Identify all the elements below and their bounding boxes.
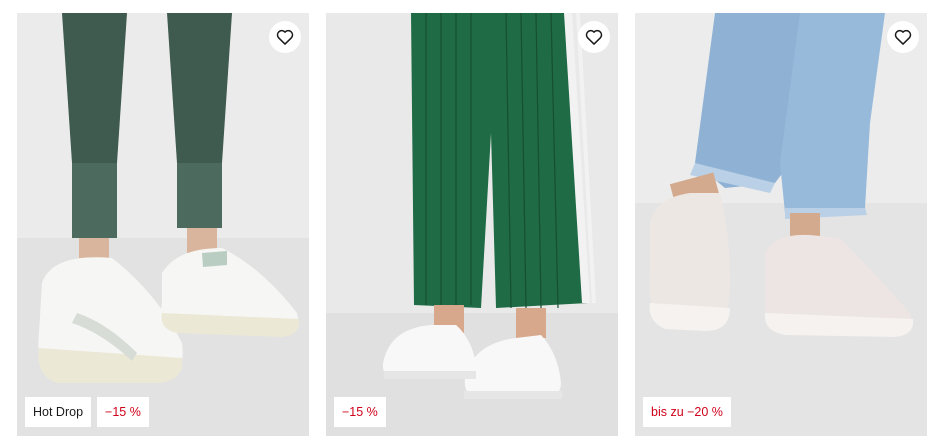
badge-group: −15 % (334, 397, 386, 427)
product-image[interactable] (635, 13, 927, 436)
badge-group: Hot Drop −15 % (25, 397, 149, 427)
heart-outline-icon (276, 29, 294, 45)
product-card-1[interactable]: Hot Drop −15 % (17, 13, 309, 436)
discount-badge: −15 % (334, 397, 386, 427)
product-card-3[interactable]: bis zu −20 % (635, 13, 927, 436)
product-grid: Hot Drop −15 % −15 % bis zu −20 % (0, 0, 945, 446)
badge-group: bis zu −20 % (643, 397, 731, 427)
product-image[interactable] (326, 13, 618, 436)
product-image[interactable] (17, 13, 309, 436)
wishlist-button[interactable] (269, 21, 301, 53)
discount-badge: bis zu −20 % (643, 397, 731, 427)
wishlist-button[interactable] (578, 21, 610, 53)
wishlist-button[interactable] (887, 21, 919, 53)
hot-drop-badge: Hot Drop (25, 397, 92, 427)
product-card-2[interactable]: −15 % (326, 13, 618, 436)
heart-outline-icon (585, 29, 603, 45)
heart-outline-icon (894, 29, 912, 45)
discount-badge: −15 % (97, 397, 149, 427)
